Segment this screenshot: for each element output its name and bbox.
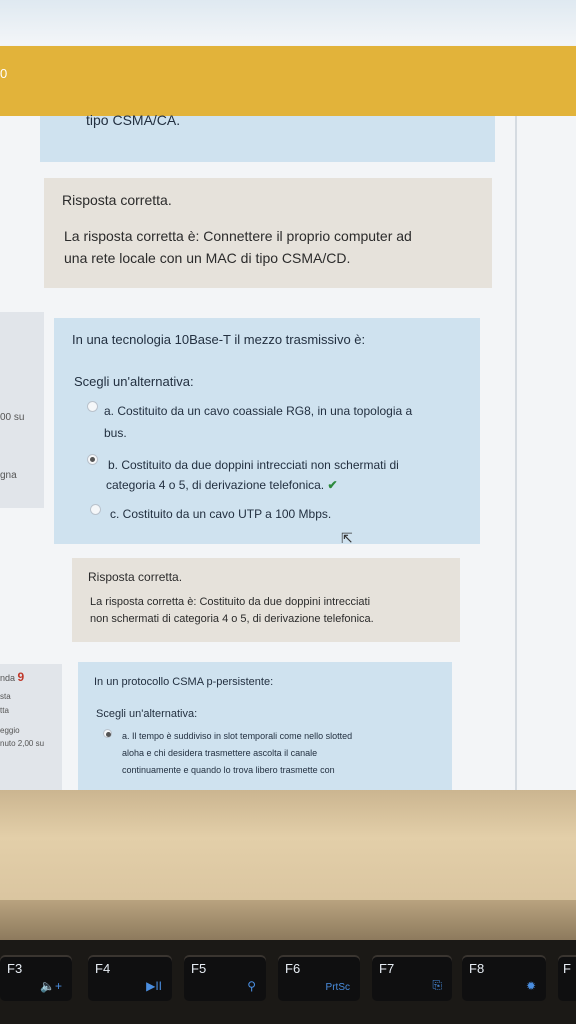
previous-question-tail: tipo CSMA/CA. [86,112,181,128]
key-f4-label: F4 [95,961,111,976]
header-bar: 0 [0,46,576,116]
key-f6[interactable]: F6 PrtSc [278,955,360,1001]
question-box-2: In un protocollo CSMA p-persistente: Sce… [78,662,452,790]
question-info-card-1: 00 su gna [0,312,44,508]
feedback-box-1: Risposta corretta. La risposta corretta … [44,178,492,288]
volume-up-icon: 🔈+ [40,979,62,993]
key-f9-label: F [563,961,571,976]
option-a-radio[interactable] [87,401,98,412]
key-f5[interactable]: F5 ⚲ [184,955,266,1001]
key-f5-label: F5 [191,961,207,976]
feedback-box-2: Risposta corretta. La risposta corretta … [72,558,460,642]
mouse-cursor-icon: ⇱ [341,530,353,546]
key-f4[interactable]: F4 ▶II [88,955,172,1001]
question-info-card-2: nda 9 sta tta eggio nuto 2,00 su [0,664,62,790]
key-f7-label: F7 [379,961,395,976]
question-2-text: In un protocollo CSMA p-persistente: [94,676,274,688]
question-info-2-label-text: nda [0,673,16,683]
question-info-1-line2: gna [0,470,17,481]
key-f3-label: F3 [7,961,23,976]
key-f3[interactable]: F3 🔈+ [0,955,72,1001]
option-b-line1[interactable]: b. Costituito da due doppini intrecciati… [108,458,399,472]
option-c-line1[interactable]: c. Costituito da un cavo UTP a 100 Mbps. [110,507,331,521]
question-2-prompt: Scegli un'alternativa: [96,708,198,720]
feedback-1-line2: una rete locale con un MAC di tipo CSMA/… [64,250,351,266]
key-f7[interactable]: F7 ⎘ [372,955,452,1001]
question-2-option-a-line2[interactable]: aloha e chi desidera trasmettere ascolta… [122,748,317,758]
question-box-1: In una tecnologia 10Base-T il mezzo tras… [54,318,480,544]
feedback-1-line1: La risposta corretta è: Connettere il pr… [64,228,412,244]
key-f8-label: F8 [469,961,485,976]
question-info-2-line1: sta [0,692,11,701]
browser-top-strip [0,0,576,46]
option-c-radio[interactable] [90,504,101,515]
question-info-2-line2: tta [0,706,9,715]
question-2-option-a-line1[interactable]: a. Il tempo è suddiviso in slot temporal… [122,731,352,741]
correct-check-icon: ✔ [327,478,338,492]
question-info-1-line1: 00 su [0,412,25,423]
question-1-text: In una tecnologia 10Base-T il mezzo tras… [72,332,366,347]
key-f8[interactable]: F8 ✹ [462,955,546,1001]
question-1-prompt: Scegli un'alternativa: [74,374,194,389]
scroll-rail[interactable] [515,116,517,790]
print-screen-icon: PrtSc [325,982,350,993]
laptop-bezel [0,790,576,910]
search-icon: ⚲ [247,979,256,993]
play-pause-icon: ▶II [146,979,162,993]
feedback-2-line2: non schermati di categoria 4 o 5, di der… [90,613,374,625]
option-b-line2[interactable]: categoria 4 o 5, di derivazione telefoni… [106,478,338,492]
feedback-1-title: Risposta corretta. [62,192,172,208]
key-f9-partial[interactable]: F [558,955,576,1001]
question-info-2-label: nda 9 [0,670,24,684]
option-b-radio[interactable] [87,454,98,465]
question-2-option-a-line3[interactable]: continuamente e quando lo trova libero t… [122,765,335,775]
brightness-icon: ✹ [525,979,536,993]
previous-question-box: tipo CSMA/CA. [40,112,495,162]
question-info-2-number: 9 [17,670,25,684]
question-2-option-a-radio[interactable] [103,729,112,738]
option-a-line1[interactable]: a. Costituito da un cavo coassiale RG8, … [104,404,412,418]
laptop-hinge [0,900,576,940]
question-info-2-line3: eggio [0,726,20,735]
screen: 0 tipo CSMA/CA. Risposta corretta. La ri… [0,0,576,790]
question-info-2-line4: nuto 2,00 su [0,739,45,748]
feedback-2-title: Risposta corretta. [88,570,183,584]
header-number: 0 [0,66,8,81]
option-a-line2[interactable]: bus. [104,426,127,440]
key-f6-label: F6 [285,961,301,976]
feedback-2-line1: La risposta corretta è: Costituito da du… [90,596,371,608]
display-switch-icon: ⎘ [432,978,442,992]
option-b-line2-text: categoria 4 o 5, di derivazione telefoni… [106,478,325,492]
